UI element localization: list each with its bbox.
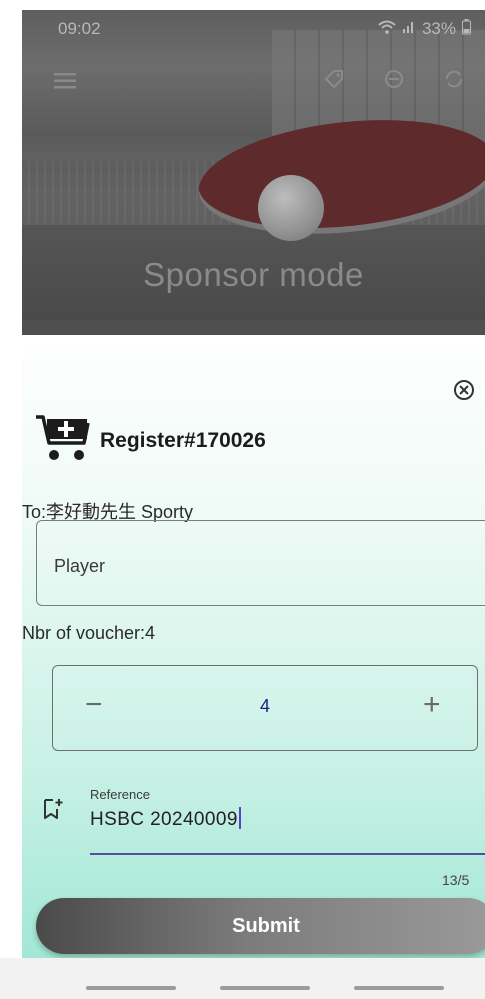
background-app: Sponsor mode	[22, 10, 485, 335]
reference-label: Reference	[90, 787, 150, 802]
stepper-value[interactable]: 4	[53, 696, 477, 717]
reference-value: HSBC 20240009	[90, 809, 238, 830]
system-nav-bar	[0, 958, 485, 999]
reference-underline	[90, 853, 485, 855]
menu-icon[interactable]	[54, 69, 76, 95]
hero-image: Sponsor mode	[22, 10, 485, 320]
status-bar: 09:02 33%	[22, 10, 485, 48]
wifi-icon	[378, 19, 396, 39]
status-time: 09:02	[58, 19, 101, 38]
battery-icon	[462, 18, 471, 40]
voucher-count-label: Nbr of voucher:4	[22, 623, 156, 643]
app-toolbar	[22, 62, 485, 102]
submit-button[interactable]: Submit	[36, 898, 485, 954]
tag-add-icon	[42, 797, 64, 826]
signal-icon	[402, 19, 416, 39]
voucher-stepper: − 4 +	[52, 665, 478, 751]
tag-icon[interactable]	[323, 68, 345, 96]
increment-button[interactable]: +	[423, 688, 441, 722]
nav-home-pill[interactable]	[220, 986, 310, 990]
toolbar-actions	[323, 68, 465, 96]
battery-text: 33%	[421, 19, 456, 38]
register-header: Register#170026	[34, 413, 266, 468]
sync-icon[interactable]	[443, 68, 465, 96]
player-field[interactable]: Player	[36, 520, 485, 606]
scan-icon[interactable]	[383, 68, 405, 96]
text-caret	[238, 807, 241, 829]
character-counter: 13/5	[442, 872, 470, 888]
reference-input[interactable]: HSBC 20240009	[90, 807, 480, 837]
nav-back-pill[interactable]	[354, 986, 444, 990]
close-circle-icon[interactable]	[452, 378, 476, 402]
hero-title: Sponsor mode	[143, 256, 364, 293]
nav-recents-pill[interactable]	[86, 986, 176, 990]
register-title: Register#170026	[100, 428, 266, 452]
cart-plus-icon	[34, 413, 92, 468]
register-sheet: Register#170026 To:李好動先生 Sporty Player N…	[22, 335, 485, 958]
ball-image	[258, 175, 324, 241]
status-right: 33%	[378, 18, 471, 40]
